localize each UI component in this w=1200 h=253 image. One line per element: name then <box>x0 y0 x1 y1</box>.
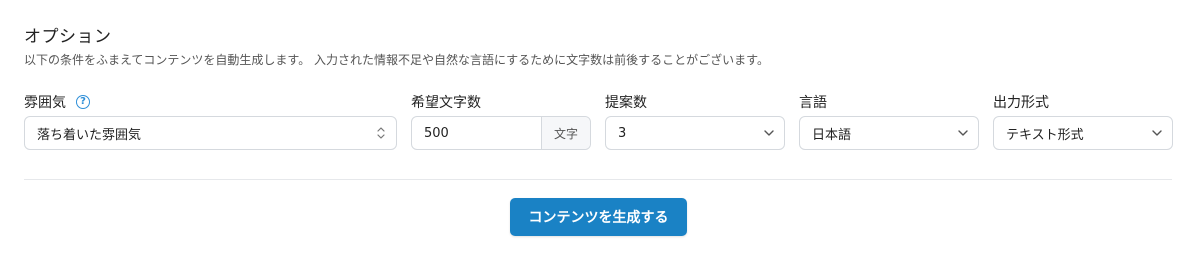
char-count-input[interactable]: 500 文字 <box>411 116 591 150</box>
output-format-select[interactable]: テキスト形式 <box>993 116 1173 150</box>
output-format-value: テキスト形式 <box>1006 127 1084 143</box>
char-count-value: 500 <box>424 125 449 141</box>
help-icon[interactable]: ? <box>76 95 90 109</box>
char-count-label: 希望文字数 <box>411 95 481 111</box>
proposal-count-select[interactable]: 3 <box>605 116 785 150</box>
chevron-down-icon <box>754 129 784 137</box>
atmosphere-select[interactable]: 落ち着いた雰囲気 <box>24 116 397 150</box>
output-format-label: 出力形式 <box>993 95 1049 111</box>
atmosphere-label: 雰囲気 ? <box>24 92 90 112</box>
divider <box>24 179 1172 180</box>
options-title: オプション <box>24 27 112 47</box>
atmosphere-label-text: 雰囲気 <box>24 95 66 111</box>
options-description: 以下の条件をふまえてコンテンツを自動生成します。 入力された情報不足や自然な言語… <box>24 53 769 67</box>
atmosphere-value: 落ち着いた雰囲気 <box>37 127 142 143</box>
language-select[interactable]: 日本語 <box>799 116 979 150</box>
generate-content-button[interactable]: コンテンツを生成する <box>510 198 687 236</box>
language-label: 言語 <box>799 95 827 111</box>
char-count-unit: 文字 <box>541 117 590 149</box>
options-panel: オプション 以下の条件をふまえてコンテンツを自動生成します。 入力された情報不足… <box>0 0 1200 253</box>
proposal-count-label: 提案数 <box>605 95 647 111</box>
chevron-down-icon <box>1142 129 1172 137</box>
chevron-down-icon <box>948 129 978 137</box>
up-down-chevron-icon <box>366 126 396 140</box>
language-value: 日本語 <box>812 127 852 143</box>
proposal-count-value: 3 <box>618 125 627 141</box>
